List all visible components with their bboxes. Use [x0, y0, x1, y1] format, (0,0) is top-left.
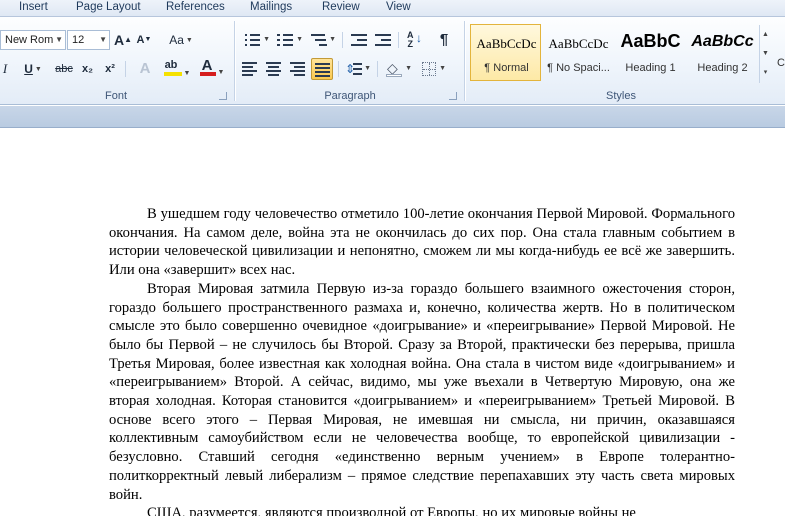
shrink-font-button[interactable]: A▼	[136, 30, 152, 50]
numbering-button[interactable]: ▼	[275, 30, 304, 50]
numbered-list-icon	[277, 34, 294, 46]
style-name: Heading 1	[625, 62, 676, 74]
tab-mailings[interactable]: Mailings	[250, 0, 292, 16]
style-name: ¶ Normal	[484, 62, 529, 74]
paragraph[interactable]: В ушедшем году человечество отметило 100…	[109, 205, 735, 280]
underline-button[interactable]: U ▼	[20, 59, 46, 79]
grow-font-icon: A	[114, 32, 125, 48]
font-name-combo[interactable]: New Rom ▼	[0, 30, 66, 50]
align-right-icon	[290, 62, 306, 76]
style-heading-1[interactable]: AaBbC Heading 1	[614, 24, 685, 81]
increase-indent-icon	[375, 34, 391, 46]
divider	[125, 61, 126, 77]
align-left-icon	[242, 62, 258, 76]
italic-button[interactable]: I	[0, 59, 10, 79]
sort-icon: AZ	[407, 30, 414, 49]
paragraph-dialog-launcher-icon[interactable]	[449, 92, 457, 100]
font-group-label: Font	[104, 90, 127, 102]
font-size-value: 12	[72, 34, 85, 46]
underline-icon: U	[24, 62, 33, 76]
paragraph[interactable]: Вторая Мировая затмила Первую из-за гора…	[109, 280, 735, 504]
style-sample: AaBbCcDc	[548, 36, 609, 51]
divider	[338, 61, 339, 77]
tab-view[interactable]: View	[386, 0, 411, 16]
font-color-button[interactable]: A ▼	[198, 57, 226, 79]
font-color-icon: A	[199, 57, 216, 77]
change-case-icon: Aa	[169, 33, 184, 47]
ribbon-tab-bar: Insert Page Layout References Mailings R…	[0, 0, 785, 17]
change-styles-label[interactable]: C	[777, 57, 785, 69]
grow-font-button[interactable]: A▲	[114, 30, 132, 50]
font-size-combo[interactable]: 12 ▼	[67, 30, 110, 50]
borders-button[interactable]: ▼	[419, 59, 447, 79]
divider	[377, 61, 378, 77]
align-right-button[interactable]	[288, 59, 308, 79]
text-effects-button[interactable]: A	[134, 59, 156, 79]
divider	[342, 32, 343, 48]
highlight-button[interactable]: ab ▼	[163, 59, 191, 79]
font-dialog-launcher-icon[interactable]	[219, 92, 227, 100]
shrink-font-icon: A	[136, 34, 145, 46]
show-formatting-marks-button[interactable]: ¶	[434, 30, 454, 50]
justify-button[interactable]	[311, 58, 333, 80]
ribbon: New Rom ▼ 12 ▼ A▲ A▼ Aa ▼ I U ▼ abc x₂ x…	[0, 17, 785, 105]
group-separator	[234, 21, 235, 101]
style-sample: AaBbCcDc	[476, 36, 537, 51]
align-center-button[interactable]	[264, 59, 284, 79]
style-sample: AaBbCc	[691, 33, 754, 50]
styles-gallery: AaBbCcDc ¶ Normal AaBbCcDc ¶ No Spaci...…	[468, 24, 758, 84]
increase-indent-button[interactable]	[373, 30, 393, 50]
tab-review[interactable]: Review	[322, 0, 360, 16]
decrease-indent-button[interactable]	[349, 30, 369, 50]
align-center-icon	[266, 62, 282, 76]
paragraph-group-label: Paragraph	[324, 90, 376, 102]
document-top-gutter	[0, 106, 785, 128]
subscript-button[interactable]: x₂	[79, 59, 96, 79]
expand-gallery-icon[interactable]: ▾	[760, 63, 771, 82]
tab-references[interactable]: References	[166, 0, 225, 16]
style-no-spacing[interactable]: AaBbCcDc ¶ No Spaci...	[542, 24, 613, 81]
chevron-down-icon: ▼	[99, 35, 107, 44]
strikethrough-button[interactable]: abc	[53, 59, 75, 79]
style-sample: AaBbC	[620, 31, 681, 51]
multilevel-list-icon	[311, 34, 328, 46]
decrease-indent-icon	[351, 34, 367, 46]
font-name-value: New Rom	[5, 34, 54, 46]
arrow-down-icon: ↓	[416, 31, 422, 45]
bullets-button[interactable]: ▼	[243, 30, 271, 50]
border-grid-icon	[422, 62, 436, 76]
styles-group-label: Styles	[606, 90, 636, 102]
document-body[interactable]: В ушедшем году человечество отметило 100…	[109, 205, 735, 516]
style-heading-2[interactable]: AaBbCc Heading 2	[686, 24, 757, 81]
text-effects-icon: A	[139, 60, 151, 77]
paragraph[interactable]: США, разумеется, являются производной от…	[109, 504, 735, 516]
shading-button[interactable]: ◇ ▼	[383, 59, 413, 79]
style-name: ¶ No Spaci...	[547, 62, 610, 74]
superscript-button[interactable]: x²	[101, 59, 119, 79]
group-separator	[464, 21, 465, 101]
highlighter-icon: ab	[163, 59, 182, 77]
sort-button[interactable]: AZ ↓	[404, 30, 424, 50]
justify-icon	[315, 63, 331, 77]
align-left-button[interactable]	[240, 59, 260, 79]
line-spacing-button[interactable]: ⇕ ▼	[344, 59, 372, 79]
styles-gallery-scroller: ▲ ▼ ▾	[759, 25, 771, 83]
scroll-up-icon[interactable]: ▲	[760, 25, 771, 44]
tab-insert[interactable]: Insert	[19, 0, 48, 16]
scroll-down-icon[interactable]: ▼	[760, 44, 771, 63]
style-name: Heading 2	[697, 62, 748, 74]
bullet-list-icon	[245, 34, 261, 46]
document-page[interactable]: В ушедшем году человечество отметило 100…	[0, 129, 785, 516]
change-case-button[interactable]: Aa ▼	[167, 30, 195, 50]
multilevel-list-button[interactable]: ▼	[309, 30, 337, 50]
tab-page-layout[interactable]: Page Layout	[76, 0, 141, 16]
style-normal[interactable]: AaBbCcDc ¶ Normal	[470, 24, 541, 81]
chevron-down-icon: ▼	[55, 35, 63, 44]
divider	[398, 32, 399, 48]
